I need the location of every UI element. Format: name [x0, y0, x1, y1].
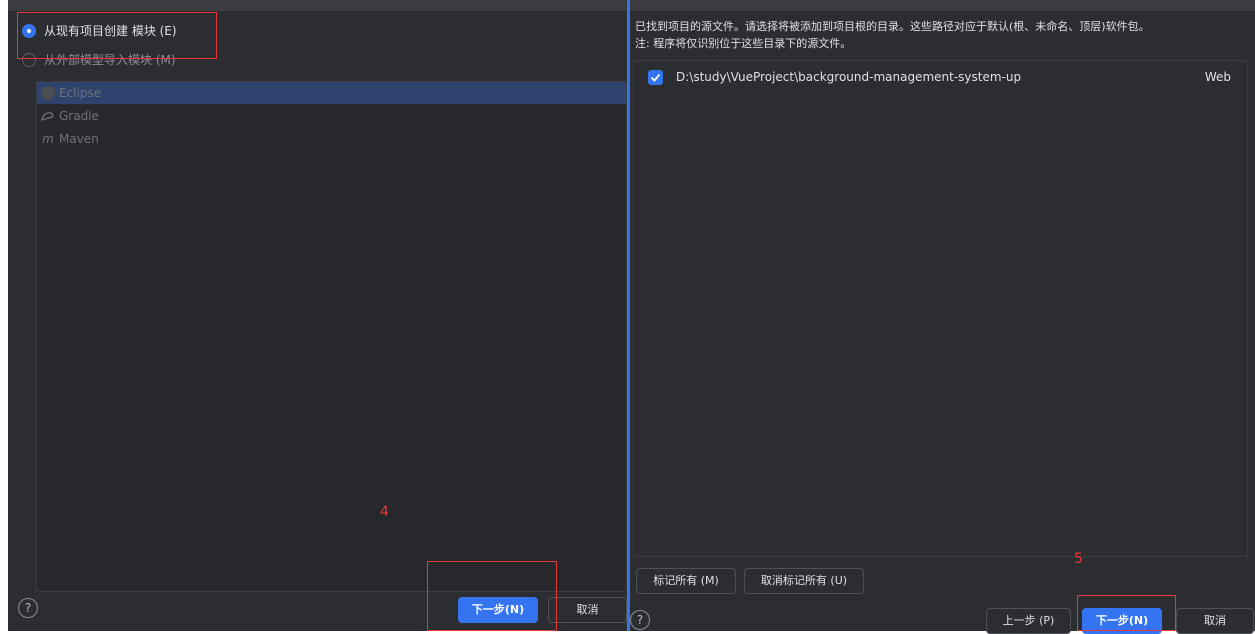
- left-title-bar: [8, 0, 627, 11]
- help-icon[interactable]: ?: [630, 610, 650, 630]
- cancel-button[interactable]: 取消: [1176, 608, 1254, 634]
- next-button[interactable]: 下一步(N): [1082, 608, 1162, 634]
- source-roots-list[interactable]: D:\study\VueProject\background-managemen…: [633, 60, 1248, 557]
- list-item-gradle[interactable]: Gradle: [37, 105, 626, 127]
- unmark-all-button[interactable]: 取消标记所有 (U): [744, 568, 864, 594]
- next-button[interactable]: 下一步(N): [458, 597, 538, 623]
- mark-all-button[interactable]: 标记所有 (M): [636, 568, 736, 594]
- source-path: D:\study\VueProject\background-managemen…: [676, 70, 1022, 84]
- radio-import-external-model-label[interactable]: 从外部模型导入模块 (M): [44, 53, 176, 67]
- source-type: Web: [1204, 70, 1231, 84]
- list-item[interactable]: D:\study\VueProject\background-managemen…: [634, 65, 1247, 91]
- radio-create-from-existing-label[interactable]: 从现有项目创建 模块 (E): [44, 24, 177, 38]
- annotation-step-4: 4: [380, 504, 389, 520]
- help-icon[interactable]: ?: [18, 598, 38, 618]
- maven-icon: m: [42, 132, 54, 146]
- list-item-label: Gradle: [59, 109, 99, 123]
- external-model-list[interactable]: Eclipse Gradle m Maven: [36, 81, 627, 592]
- annotation-step-5: 5: [1074, 551, 1083, 567]
- radio-create-from-existing[interactable]: [22, 24, 36, 38]
- previous-button[interactable]: 上一步 (P): [986, 608, 1071, 634]
- eclipse-icon: [41, 86, 55, 100]
- list-item-label: Maven: [59, 132, 99, 146]
- description-text: 已找到项目的源文件。请选择将被添加到项目根的目录。这些路径对应于默认(根、未命名…: [635, 20, 1150, 33]
- right-title-bar: [630, 0, 1255, 11]
- radio-import-external-model[interactable]: [22, 53, 36, 67]
- list-item-maven[interactable]: m Maven: [37, 128, 626, 150]
- cancel-button[interactable]: 取消: [548, 597, 627, 623]
- source-checkbox[interactable]: [648, 70, 663, 85]
- gradle-icon: [41, 109, 55, 123]
- list-item-eclipse[interactable]: Eclipse: [37, 82, 626, 104]
- list-item-label: Eclipse: [59, 86, 102, 100]
- check-icon: [650, 73, 661, 82]
- description-note: 注: 程序将仅识别位于这些目录下的源文件。: [635, 37, 852, 50]
